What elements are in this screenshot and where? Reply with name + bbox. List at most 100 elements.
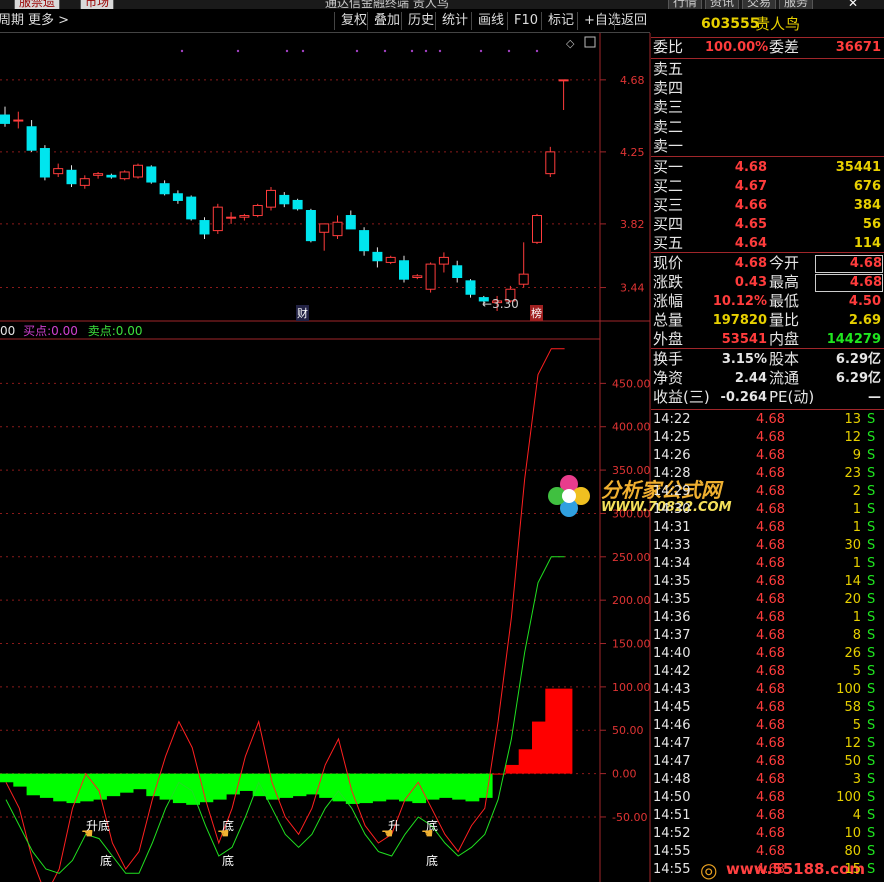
histogram-bar bbox=[292, 773, 307, 797]
candle-body bbox=[465, 280, 476, 295]
quote-row: 现价 4.68 今开 4.68 bbox=[653, 254, 883, 273]
chart-area[interactable]: 3.44 3.82 4.25 4.68 -50.00 0.00 50.00 100.00 15… bbox=[0, 33, 651, 882]
ranking-marker[interactable]: 榜 bbox=[530, 305, 543, 321]
histogram-bar bbox=[545, 688, 560, 774]
candle-body bbox=[385, 256, 396, 263]
tick-row: 14:25 4.68 12 S bbox=[653, 430, 876, 445]
candle-body bbox=[412, 275, 423, 278]
indicator-tick-label: 450.00 bbox=[612, 377, 651, 390]
fundamental-row: 换手 3.15% 股本 6.29亿 bbox=[653, 350, 881, 368]
scroll-toggle-icon[interactable] bbox=[584, 36, 596, 48]
candle-body bbox=[438, 256, 449, 265]
tick-row: 14:48 4.68 3 S bbox=[653, 772, 876, 787]
tick-row: 14:55 4.68 15 S bbox=[653, 862, 876, 877]
tick-row: 14:35 4.68 20 S bbox=[653, 592, 876, 607]
toolbar-stats[interactable]: 统计 bbox=[435, 12, 474, 30]
candle-body bbox=[345, 215, 356, 230]
candle-body bbox=[172, 193, 183, 201]
candle-body bbox=[518, 273, 529, 285]
candle-body bbox=[292, 199, 303, 210]
histogram-bar bbox=[212, 773, 227, 800]
histogram-bar bbox=[345, 773, 360, 804]
top-left-tab[interactable]: 服禁遗 bbox=[14, 0, 61, 9]
kline-tick-label: 3.44 bbox=[620, 282, 645, 295]
indicator-tick-label: -50.00 bbox=[612, 811, 647, 824]
tab-trade[interactable]: 交易 bbox=[742, 0, 777, 9]
toolbar-mark[interactable]: 标记 bbox=[541, 12, 580, 30]
indicator-tick-label: 150.00 bbox=[612, 638, 651, 651]
market-tab[interactable]: 市场 bbox=[80, 0, 115, 9]
hand-pointer-icon: ☚ bbox=[421, 826, 434, 842]
histogram-bar bbox=[359, 773, 373, 804]
histogram-bar bbox=[0, 773, 14, 783]
kline-tick-label: 4.68 bbox=[620, 74, 645, 87]
histogram-bar bbox=[13, 773, 28, 787]
tick-row: 14:52 4.68 10 S bbox=[653, 826, 876, 841]
tab-quote[interactable]: 行情 bbox=[668, 0, 703, 9]
candle-body bbox=[133, 164, 143, 178]
tick-row: 14:47 4.68 50 S bbox=[653, 754, 876, 769]
indicator-header: 00 买点:0.00 卖点:0.00 bbox=[0, 324, 143, 338]
candle-body bbox=[146, 166, 157, 183]
tick-row: 14:50 4.68 100 S bbox=[653, 790, 876, 805]
tick-row: 14:29 4.68 2 S bbox=[653, 484, 876, 499]
histogram-bar bbox=[412, 773, 427, 804]
histogram-bar bbox=[239, 773, 254, 791]
tick-row: 14:26 4.68 9 S bbox=[653, 448, 876, 463]
histogram-bar bbox=[465, 773, 480, 802]
histogram-bar bbox=[79, 773, 94, 802]
indicator-grid bbox=[0, 382, 600, 818]
tick-row: 14:34 4.68 1 S bbox=[653, 556, 876, 571]
histogram-bar bbox=[133, 773, 147, 790]
fundamental-row: 收益(三) -0.264 PE(动) — bbox=[653, 388, 881, 406]
tab-service[interactable]: 服务 bbox=[779, 0, 814, 9]
tick-row: 14:45 4.68 58 S bbox=[653, 700, 876, 715]
close-icon[interactable]: ✕ bbox=[848, 0, 858, 9]
finance-marker[interactable]: 财 bbox=[296, 305, 309, 321]
indicator-axis: -50.000.0050.00100.00150.00200.00250.003… bbox=[600, 377, 651, 824]
candle-body bbox=[319, 223, 330, 233]
tick-row: 14:43 4.68 100 S bbox=[653, 682, 876, 697]
indicator-histogram bbox=[0, 688, 573, 805]
tick-row: 14:33 4.68 30 S bbox=[653, 538, 876, 553]
tick-row: 14:55 4.68 80 S bbox=[653, 844, 876, 859]
histogram-bar bbox=[146, 773, 161, 797]
toolbar-draw[interactable]: 画线 bbox=[471, 12, 510, 30]
more-button[interactable]: 更多 > bbox=[22, 12, 75, 30]
histogram-bar bbox=[26, 773, 41, 796]
toolbar-f10[interactable]: F10 bbox=[507, 12, 544, 30]
candle-body bbox=[186, 196, 197, 220]
tab-info[interactable]: 资讯 bbox=[705, 0, 740, 9]
histogram-bar bbox=[385, 773, 400, 800]
red-signal-line bbox=[5, 348, 565, 882]
tick-row: 14:46 4.68 5 S bbox=[653, 718, 876, 733]
ask-row: 卖五 bbox=[653, 60, 684, 78]
indicator-lines bbox=[5, 348, 565, 882]
histogram-bar bbox=[438, 773, 453, 798]
low-price-label: ←3.30 bbox=[482, 297, 519, 311]
bid-row: 买五 4.64 114 bbox=[653, 234, 881, 252]
ask-row: 卖二 bbox=[653, 117, 684, 136]
kline-tick-label: 4.25 bbox=[620, 146, 645, 159]
bid-row: 买二 4.67 676 bbox=[653, 177, 881, 195]
tick-row: 14:47 4.68 12 S bbox=[653, 736, 876, 751]
diamond-icon[interactable]: ◇ bbox=[566, 37, 575, 50]
candle-body bbox=[266, 189, 276, 208]
kline-axis: 3.44 3.82 4.25 4.68 bbox=[600, 74, 645, 295]
candle-body bbox=[212, 206, 223, 232]
stock-name: 贵人鸟 bbox=[755, 15, 801, 33]
tick-row: 14:51 4.68 4 S bbox=[653, 808, 876, 823]
tick-row: 14:28 4.68 23 S bbox=[653, 466, 876, 481]
candle-body bbox=[252, 204, 263, 217]
toolbar-back[interactable]: 返回 bbox=[614, 12, 653, 30]
bid-row: 买三 4.66 384 bbox=[653, 196, 881, 214]
stock-header: 603555 贵人鸟 bbox=[651, 12, 884, 36]
candle-body bbox=[532, 215, 542, 243]
histogram-bar bbox=[558, 688, 573, 774]
histogram-bar bbox=[159, 773, 174, 800]
histogram-bar bbox=[279, 773, 294, 798]
quote-row: 总量 197820 量比 2.69 bbox=[653, 311, 881, 329]
histogram-bar bbox=[452, 773, 466, 800]
stock-code: 603555 bbox=[701, 16, 760, 32]
candle-body bbox=[545, 151, 556, 175]
